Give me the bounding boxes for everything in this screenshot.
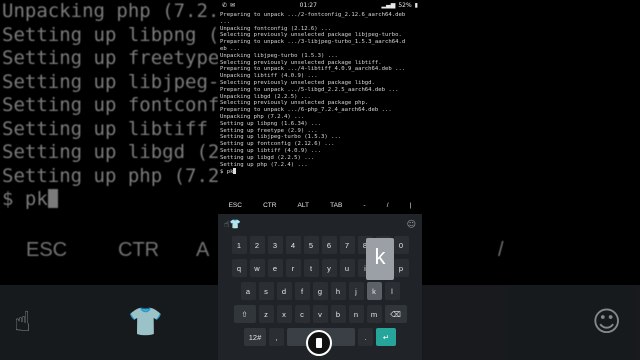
key-m[interactable]: m — [366, 305, 382, 323]
terminal-line: Setting up libtiff (4.0.9) ... — [220, 147, 322, 154]
battery-icon: ▮ — [414, 1, 418, 9]
comma-key[interactable]: , — [269, 328, 284, 346]
key-e[interactable]: e — [267, 259, 283, 277]
bg-a: A — [196, 239, 210, 261]
terminal-line: Setting up libgd (2.2.5) ... — [220, 154, 315, 161]
key-6[interactable]: 6 — [321, 236, 337, 254]
key-7[interactable]: 7 — [339, 236, 355, 254]
enter-key[interactable]: ↵ — [376, 328, 396, 346]
emoji-icon: ☺ — [592, 305, 622, 338]
key-popup: k — [366, 238, 394, 280]
key-t[interactable]: t — [303, 259, 319, 277]
symbols-key[interactable]: 12# — [244, 328, 266, 346]
terminal-output[interactable]: Preparing to unpack .../2-fontconfig_2.1… — [218, 10, 422, 192]
key-x[interactable]: x — [276, 305, 292, 323]
key-c[interactable]: c — [294, 305, 310, 323]
phone-screen: ✆ ✉ 01:27 ▂▄▆ 52% ▮ Preparing to unpack … — [218, 0, 422, 360]
terminal-line: Setting up libpng (1.6.34) ... — [220, 120, 322, 127]
key-d[interactable]: d — [276, 282, 292, 300]
terminal-line: ... — [220, 18, 231, 25]
key-3[interactable]: 3 — [267, 236, 283, 254]
period-key[interactable]: . — [358, 328, 373, 346]
emoji-icon[interactable]: ☺ — [407, 220, 416, 230]
touch-icon: ☝ — [14, 305, 32, 338]
shirt-icon: 👕 — [128, 305, 163, 338]
extra-key[interactable]: | — [410, 202, 412, 209]
terminal-line: Preparing to unpack .../3-libjpeg-turbo_… — [220, 39, 406, 46]
key-w[interactable]: w — [249, 259, 265, 277]
terminal-line: eb ... — [220, 45, 241, 52]
terminal-line: Selecting previously unselected package … — [220, 59, 382, 66]
terminal-line: Preparing to unpack .../6-php_7.2.4_aarc… — [220, 107, 392, 114]
shift-key[interactable]: ⇧ — [233, 305, 256, 323]
shirt-icon[interactable]: 👕 — [229, 220, 240, 230]
key-y[interactable]: y — [321, 259, 337, 277]
key-v[interactable]: v — [312, 305, 328, 323]
extra-key[interactable]: ESC — [229, 202, 242, 209]
key-z[interactable]: z — [258, 305, 274, 323]
terminal-line: Selecting previously unselected package … — [220, 79, 375, 86]
terminal-line: Preparing to unpack .../5-libgd_2.2.5_aa… — [220, 86, 399, 93]
terminal-line: Setting up fontconfig (2.12.6) ... — [220, 141, 335, 148]
key-f[interactable]: f — [294, 282, 310, 300]
phone-icon: ✆ — [222, 1, 228, 9]
signal-icon: ▂▄▆ — [381, 1, 396, 9]
key-0[interactable]: 0 — [393, 236, 409, 254]
key-4[interactable]: 4 — [285, 236, 301, 254]
keyboard-toolbar: ☝ 👕 ☺ — [218, 214, 422, 236]
extra-key[interactable]: TAB — [330, 202, 342, 209]
key-q[interactable]: q — [231, 259, 247, 277]
key-j[interactable]: j — [348, 282, 364, 300]
extra-key[interactable]: CTR — [263, 202, 276, 209]
extra-key[interactable]: ALT — [298, 202, 309, 209]
terminal-line: Unpacking libgd (2.2.5) ... — [220, 93, 311, 100]
key-p[interactable]: p — [393, 259, 409, 277]
key-2[interactable]: 2 — [249, 236, 265, 254]
message-icon: ✉ — [230, 1, 236, 9]
terminal-line: Setting up freetype (2.9) ... — [220, 127, 318, 134]
terminal-line: Preparing to unpack .../4-libtiff_4.0.9_… — [220, 66, 406, 73]
key-h[interactable]: h — [330, 282, 346, 300]
key-g[interactable]: g — [312, 282, 328, 300]
battery-percent: 52% — [398, 1, 412, 9]
clock: 01:27 — [299, 1, 317, 9]
key-n[interactable]: n — [348, 305, 364, 323]
bg-ctr: CTR — [118, 239, 160, 261]
key-u[interactable]: u — [339, 259, 355, 277]
terminal-line: Selecting previously unselected package … — [220, 100, 369, 107]
status-bar: ✆ ✉ 01:27 ▂▄▆ 52% ▮ — [218, 0, 422, 10]
key-5[interactable]: 5 — [303, 236, 319, 254]
extra-key[interactable]: / — [387, 202, 389, 209]
terminal-line: Unpacking fontconfig (2.12.6) ... — [220, 25, 332, 32]
terminal-cursor — [233, 168, 237, 175]
terminal-line: Setting up libjpeg-turbo (1.5.3) ... — [220, 134, 342, 141]
bg-slash: / — [498, 239, 504, 261]
key-1[interactable]: 1 — [231, 236, 247, 254]
key-k[interactable]: k — [366, 282, 382, 300]
key-l[interactable]: l — [384, 282, 400, 300]
recording-indicator — [306, 330, 332, 356]
extra-keys-row: ESC CTR ALT TAB - / | — [218, 196, 422, 214]
extra-key[interactable]: - — [363, 202, 365, 209]
keyboard-row: ⇧ z x c v b n m ⌫ — [218, 305, 422, 323]
terminal-line: Setting up php (7.2.4) ... — [220, 161, 308, 168]
terminal-line: Preparing to unpack .../2-fontconfig_2.1… — [220, 12, 406, 18]
key-a[interactable]: a — [240, 282, 256, 300]
terminal-line: Selecting previously unselected package … — [220, 32, 402, 39]
terminal-line: Unpacking php (7.2.4) ... — [220, 113, 305, 120]
terminal-line: $ pk — [220, 168, 420, 176]
key-r[interactable]: r — [285, 259, 301, 277]
backspace-key[interactable]: ⌫ — [384, 305, 407, 323]
terminal-line: Unpacking libjpeg-turbo (1.5.3) ... — [220, 52, 338, 59]
terminal-line: Unpacking libtiff (4.0.9) ... — [220, 73, 318, 80]
key-s[interactable]: s — [258, 282, 274, 300]
bg-cursor — [47, 189, 58, 208]
key-b[interactable]: b — [330, 305, 346, 323]
keyboard-row: asdfghjkl — [218, 282, 422, 300]
bg-esc: ESC — [26, 239, 68, 261]
